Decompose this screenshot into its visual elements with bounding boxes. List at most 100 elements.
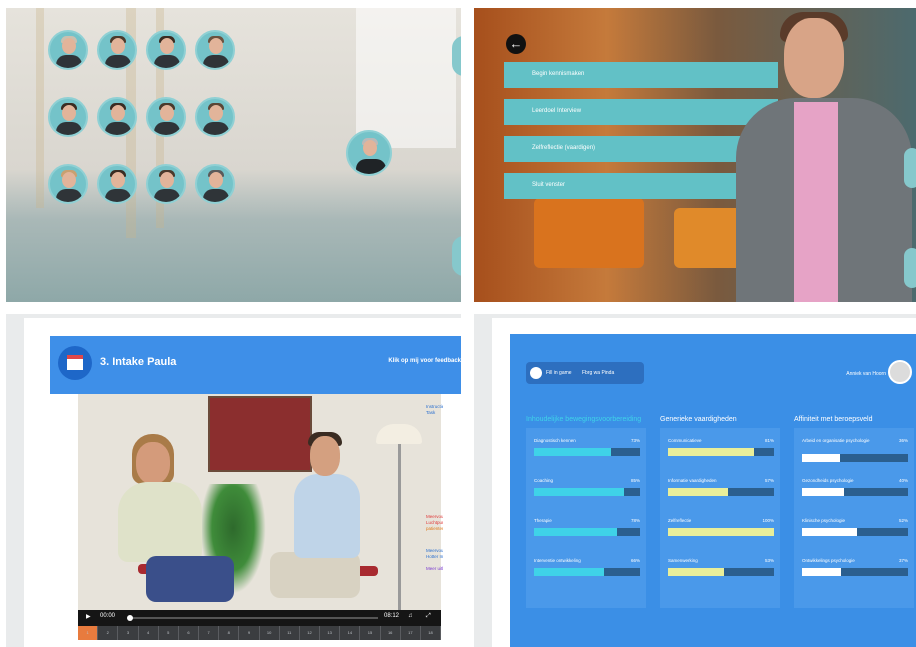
chapter-button[interactable]: 13 [320,626,341,640]
video-frame[interactable] [78,394,441,616]
persona-avatar[interactable] [97,97,137,137]
skill-label: Diagnostisch kennen [534,438,576,443]
chapter-button[interactable]: 3 [118,626,139,640]
play-icon[interactable]: ▶ [86,613,91,620]
chapter-button[interactable]: 2 [98,626,119,640]
column-title: Generieke vaardigheden [660,416,737,423]
volume-icon[interactable]: ♫ [408,613,413,619]
skill-percent: 73% [630,438,640,443]
skill-label: Klinische psychologie [802,518,846,523]
edge-avatar[interactable] [904,248,916,288]
chapter-button[interactable]: 5 [159,626,179,640]
chapter-button[interactable]: 12 [300,626,321,640]
fullscreen-icon[interactable]: ⤢ [426,613,431,620]
skills-dashboard: Fill in game Fbrg wa Pinda Anniek van Ho… [474,314,916,647]
skill-percent: 36% [898,438,908,443]
persona-avatar[interactable] [48,164,88,204]
skill-label: Arbeid en organisatie psychologie [802,438,870,443]
video-module: 3. Intake Paula Klik op mij voor feedbac… [6,314,461,647]
skill-percent: 40% [898,478,908,483]
skill-bar [802,488,908,496]
skill-label: Therapie [534,518,552,523]
chapter-button[interactable]: 4 [139,626,159,640]
chapter-button[interactable]: 6 [179,626,200,640]
skill-bar [668,528,774,536]
chapter-button[interactable]: 9 [239,626,260,640]
feedback-link[interactable]: Klik op mij voor feedback [388,358,461,364]
skill-bar [802,454,908,462]
skill-label: Zelfreflectie [668,518,692,523]
edge-avatar[interactable] [452,36,461,76]
skill-percent: 53% [764,558,774,563]
skill-label: Coaching [534,478,554,483]
module-header: 3. Intake Paula Klik op mij voor feedbac… [50,336,461,394]
bookshelf [36,8,44,208]
skill-bar [668,448,774,456]
chapter-button[interactable]: 8 [219,626,240,640]
persona-selection-scene [6,8,461,302]
game-pill[interactable]: Fill in game Fbrg wa Pinda [526,362,644,384]
progress-handle[interactable] [127,615,133,621]
skill-percent: 66% [630,558,640,563]
skill-label: Samenwerking [668,558,698,563]
skill-bar-fill [668,448,754,456]
persona-avatar[interactable] [195,30,235,70]
chapter-button[interactable]: 18 [421,626,442,640]
side-note: Task [426,410,436,415]
chapter-button[interactable]: 7 [199,626,220,640]
edge-avatar[interactable] [452,236,461,276]
chapter-button[interactable]: 17 [401,626,421,640]
skill-bar [668,568,774,576]
side-notes: Instructie JoTaskMeervoudendLuchtpuntpat… [426,404,443,604]
user-avatar-icon[interactable] [888,360,912,384]
skill-percent: 81% [764,438,774,443]
skill-bar-fill [802,528,858,536]
side-note: Meer uitlev [426,566,443,571]
persona-avatar[interactable] [48,30,88,70]
skill-percent: 57% [764,478,774,483]
skill-bar-fill [668,488,729,496]
skill-percent: 78% [630,518,640,523]
chapter-button[interactable]: 11 [280,626,300,640]
sofa [674,208,744,268]
chapter-button[interactable]: 16 [381,626,401,640]
persona-avatar[interactable] [97,30,137,70]
persona-avatar[interactable] [97,164,137,204]
edge-avatar[interactable] [904,148,916,188]
progress-bar[interactable] [128,617,378,619]
skill-label: Informatie vaardigheden [668,478,717,483]
skill-percent: 37% [898,558,908,563]
current-time: 00:00 [100,613,116,619]
chapter-button[interactable]: 14 [340,626,361,640]
skill-bar-fill [802,568,842,576]
persona-avatar[interactable] [146,30,186,70]
skill-bar-fill [668,568,725,576]
skill-bar-fill [802,454,841,462]
interview-menu-scene: ← Begin kennismaken Leerdoel Interview Zel… [474,8,916,302]
window [356,8,456,148]
arrow-left-icon: ← [509,36,523,51]
persona-avatar[interactable] [146,164,186,204]
persona-avatar[interactable] [48,97,88,137]
skill-bar-fill [534,448,612,456]
persona-avatar[interactable] [195,164,235,204]
selected-persona-avatar[interactable] [346,130,392,176]
chapter-button[interactable]: 10 [260,626,280,640]
persona-avatar[interactable] [195,97,235,137]
chapter-button[interactable]: 1 [78,626,99,640]
skill-column: Diagnostisch kennen 73% Coaching 85% Therapi… [526,428,646,608]
chapter-button[interactable]: 15 [360,626,381,640]
lamp-pole [398,444,401,610]
skill-percent: 52% [898,518,908,523]
skill-bar-fill [534,488,625,496]
skill-bar [668,488,774,496]
back-button[interactable]: ← [506,34,526,54]
module-title: 3. Intake Paula [100,356,177,368]
persona-avatar[interactable] [146,97,186,137]
skill-column: Arbeid en organisatie psychologie 36% Gezo… [794,428,914,608]
duration: 08:12 [384,613,400,619]
skill-bar-fill [802,488,845,496]
skill-bar [534,448,640,456]
skill-bar [534,488,640,496]
dashboard-panel: Fill in game Fbrg wa Pinda Anniek van Ho… [510,334,916,647]
